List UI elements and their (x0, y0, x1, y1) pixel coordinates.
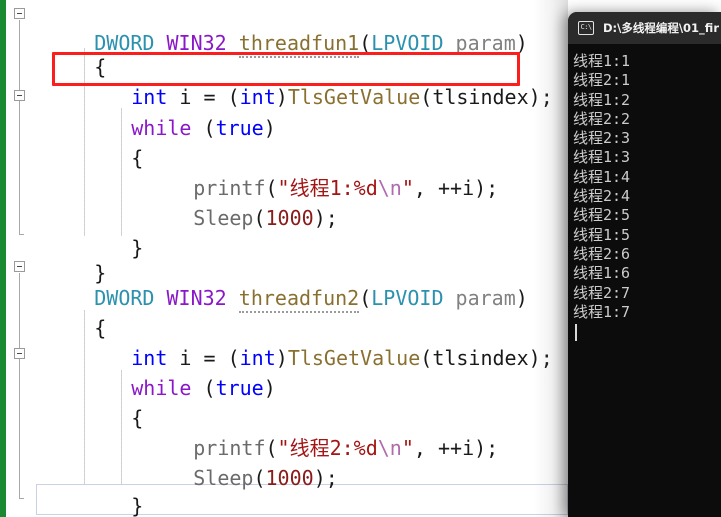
code-line[interactable]: int i = (int)TlsGetValue(tlsindex); (59, 313, 552, 370)
token-cast-close: ) (275, 346, 288, 370)
console-output-line: 线程1:5 (573, 225, 631, 244)
token-paren-close: ) (313, 206, 326, 230)
token-fn-sleep: Sleep (193, 466, 254, 490)
token-paren-open: ( (203, 116, 216, 140)
token-kw-true: true (215, 376, 264, 400)
code-line[interactable]: { (22, 283, 106, 340)
token-paren-open: ( (359, 286, 372, 310)
code-line-current[interactable]: } (22, 485, 106, 515)
console-output-line: 线程2:4 (573, 187, 631, 206)
token-fn-tlsgetvalue: TlsGetValue (287, 85, 421, 109)
token-brace-close: } (131, 494, 144, 517)
console-output-line: 线程2:2 (573, 109, 631, 128)
screenshot-root: DWORD WIN32 threadfun1(LPVOID param) { i… (0, 0, 721, 517)
token-semicolon: ; (540, 346, 553, 370)
token-fn-threadfun2: threadfun2 (238, 286, 360, 313)
token-string-close: " (401, 176, 414, 200)
code-line[interactable]: while (true) (59, 83, 276, 140)
code-line[interactable]: printf("线程2:%d\n", ++i); (121, 403, 498, 460)
console-output-line: 线程1:4 (573, 167, 631, 186)
console-window[interactable]: C:\ D:\多线程编程\01_fir 线程1:1 线程2:1 线程1:2 线程… (568, 12, 721, 517)
code-line[interactable]: { (59, 113, 143, 170)
token-paren-open: ( (253, 466, 266, 490)
token-macro-win32: WIN32 (166, 286, 227, 310)
console-output-area[interactable]: 线程1:1 线程2:1 线程1:2 线程2:2 线程2:3 线程1:3 线程1:… (568, 44, 721, 517)
token-semicolon: ; (325, 466, 338, 490)
token-arg-increment: , ++i); (413, 436, 499, 460)
code-line[interactable]: { (59, 373, 143, 430)
token-semicolon: ; (540, 85, 553, 109)
code-line[interactable]: { (22, 22, 106, 79)
token-paren-close: ) (313, 466, 326, 490)
token-fn-sleep: Sleep (193, 206, 254, 230)
fold-region-line-threadfun1 (19, 20, 20, 234)
console-output-line: 线程1:1 (573, 52, 631, 70)
console-output-line: 线程1:6 (573, 264, 631, 283)
token-paren-close: ) (528, 346, 541, 370)
console-output-line: 线程2:5 (573, 206, 631, 225)
token-ident-tlsindex: tlsindex (432, 85, 529, 109)
code-line[interactable]: while (true) (59, 343, 276, 400)
token-paren-close: ) (515, 286, 528, 310)
token-fn-tlsgetvalue: TlsGetValue (287, 346, 421, 370)
console-titlebar[interactable]: C:\ D:\多线程编程\01_fir (568, 12, 721, 44)
console-output-line: 线程2:3 (573, 129, 631, 148)
token-paren-open: ( (420, 346, 433, 370)
console-window-icon: C:\ (578, 21, 594, 35)
token-arg-increment: , ++i); (413, 176, 499, 200)
console-output-line: 线程1:7 (573, 302, 631, 321)
token-paren-close: ) (263, 116, 276, 140)
code-line[interactable]: printf("线程1:%d\n", ++i); (121, 143, 498, 200)
token-type-lpvoid: LPVOID (371, 286, 444, 310)
token-kw-true: true (215, 116, 264, 140)
token-string-close: " (401, 436, 414, 460)
token-paren-open: ( (253, 206, 266, 230)
console-title-text: D:\多线程编程\01_fir (603, 21, 719, 35)
token-escape-newline: \n (377, 176, 402, 200)
code-line[interactable]: Sleep(1000); (121, 173, 338, 230)
console-output-line: 线程1:2 (573, 90, 631, 109)
token-paren-close: ) (528, 85, 541, 109)
code-line-highlighted[interactable]: int i = (int)TlsGetValue(tlsindex); (59, 52, 552, 109)
token-paren-open: ( (203, 376, 216, 400)
code-editor-pane[interactable]: DWORD WIN32 threadfun1(LPVOID param) { i… (0, 0, 568, 517)
console-text-caret (575, 324, 577, 342)
console-output-line: 线程2:1 (573, 71, 631, 90)
token-paren-open: ( (420, 85, 433, 109)
token-paren-close: ) (263, 376, 276, 400)
console-output-line: 线程1:3 (573, 148, 631, 167)
token-number-1000: 1000 (265, 206, 314, 230)
console-output-line: 线程2:6 (573, 244, 631, 263)
token-ident-tlsindex: tlsindex (432, 346, 529, 370)
console-icon-glyph: C:\ (580, 23, 593, 31)
token-ident-param: param (455, 286, 516, 310)
token-number-1000: 1000 (265, 466, 314, 490)
code-line[interactable]: DWORD WIN32 threadfun2(LPVOID param) (22, 253, 528, 313)
token-cast-close: ) (275, 85, 288, 109)
code-line[interactable]: Sleep(1000); (121, 433, 338, 490)
console-output-line: 线程2:7 (573, 283, 631, 302)
token-semicolon: ; (325, 206, 338, 230)
fold-region-line-threadfun2 (19, 273, 20, 498)
token-escape-newline: \n (377, 436, 402, 460)
